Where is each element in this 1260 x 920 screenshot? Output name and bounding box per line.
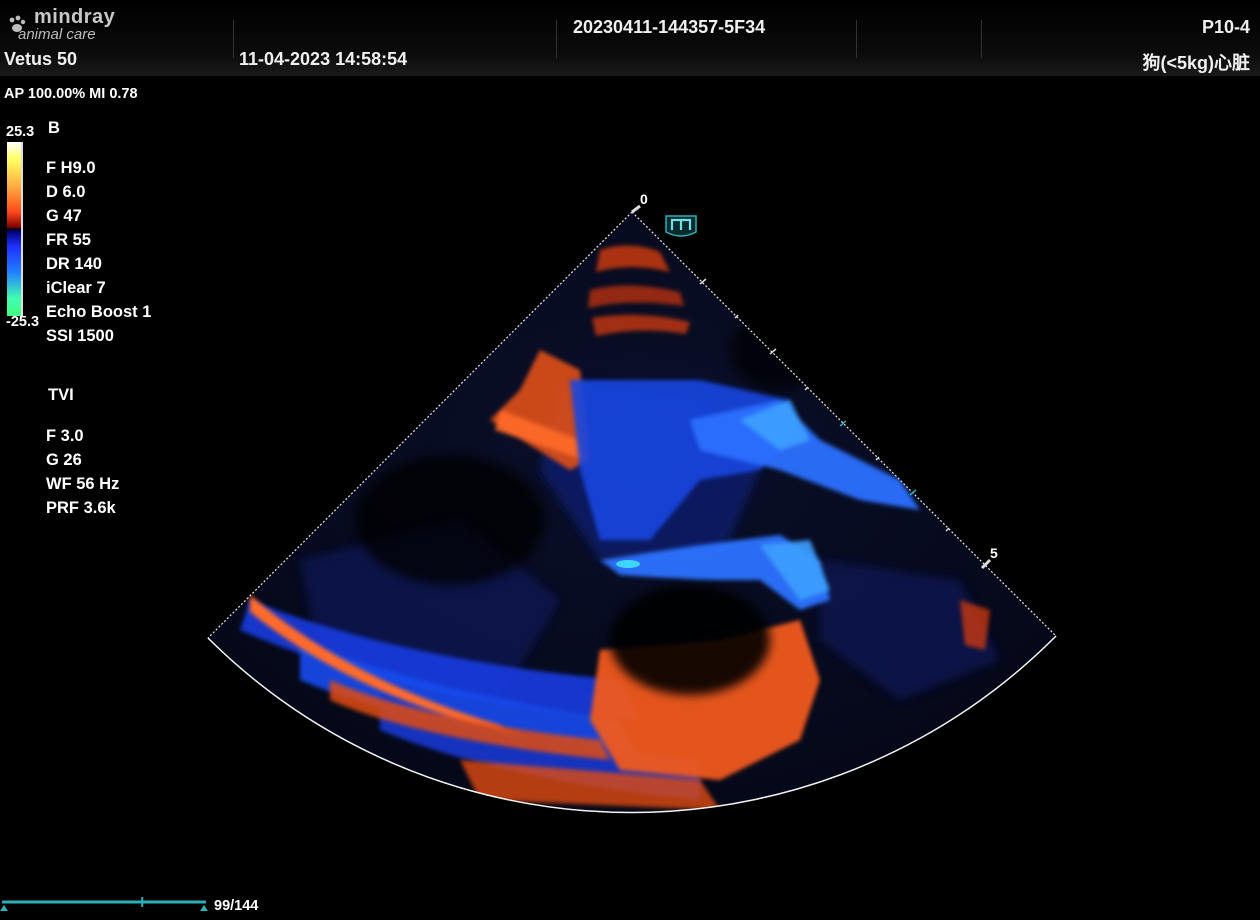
- cine-start-handle[interactable]: [0, 905, 8, 911]
- doppler-highlight: [616, 560, 640, 568]
- ultrasound-screen: mindray animal care Vetus 50 11-04-2023 …: [0, 0, 1260, 920]
- cine-end-handle[interactable]: [200, 905, 208, 911]
- depth-label-top: 0: [640, 191, 648, 207]
- depth-label-5: 5: [990, 545, 998, 561]
- cine-progress-bar[interactable]: [0, 896, 210, 916]
- orientation-m-icon: [665, 215, 697, 237]
- cine-frame-counter: 99/144: [214, 898, 259, 914]
- ultrasound-sector-image[interactable]: 0 5: [0, 0, 1260, 920]
